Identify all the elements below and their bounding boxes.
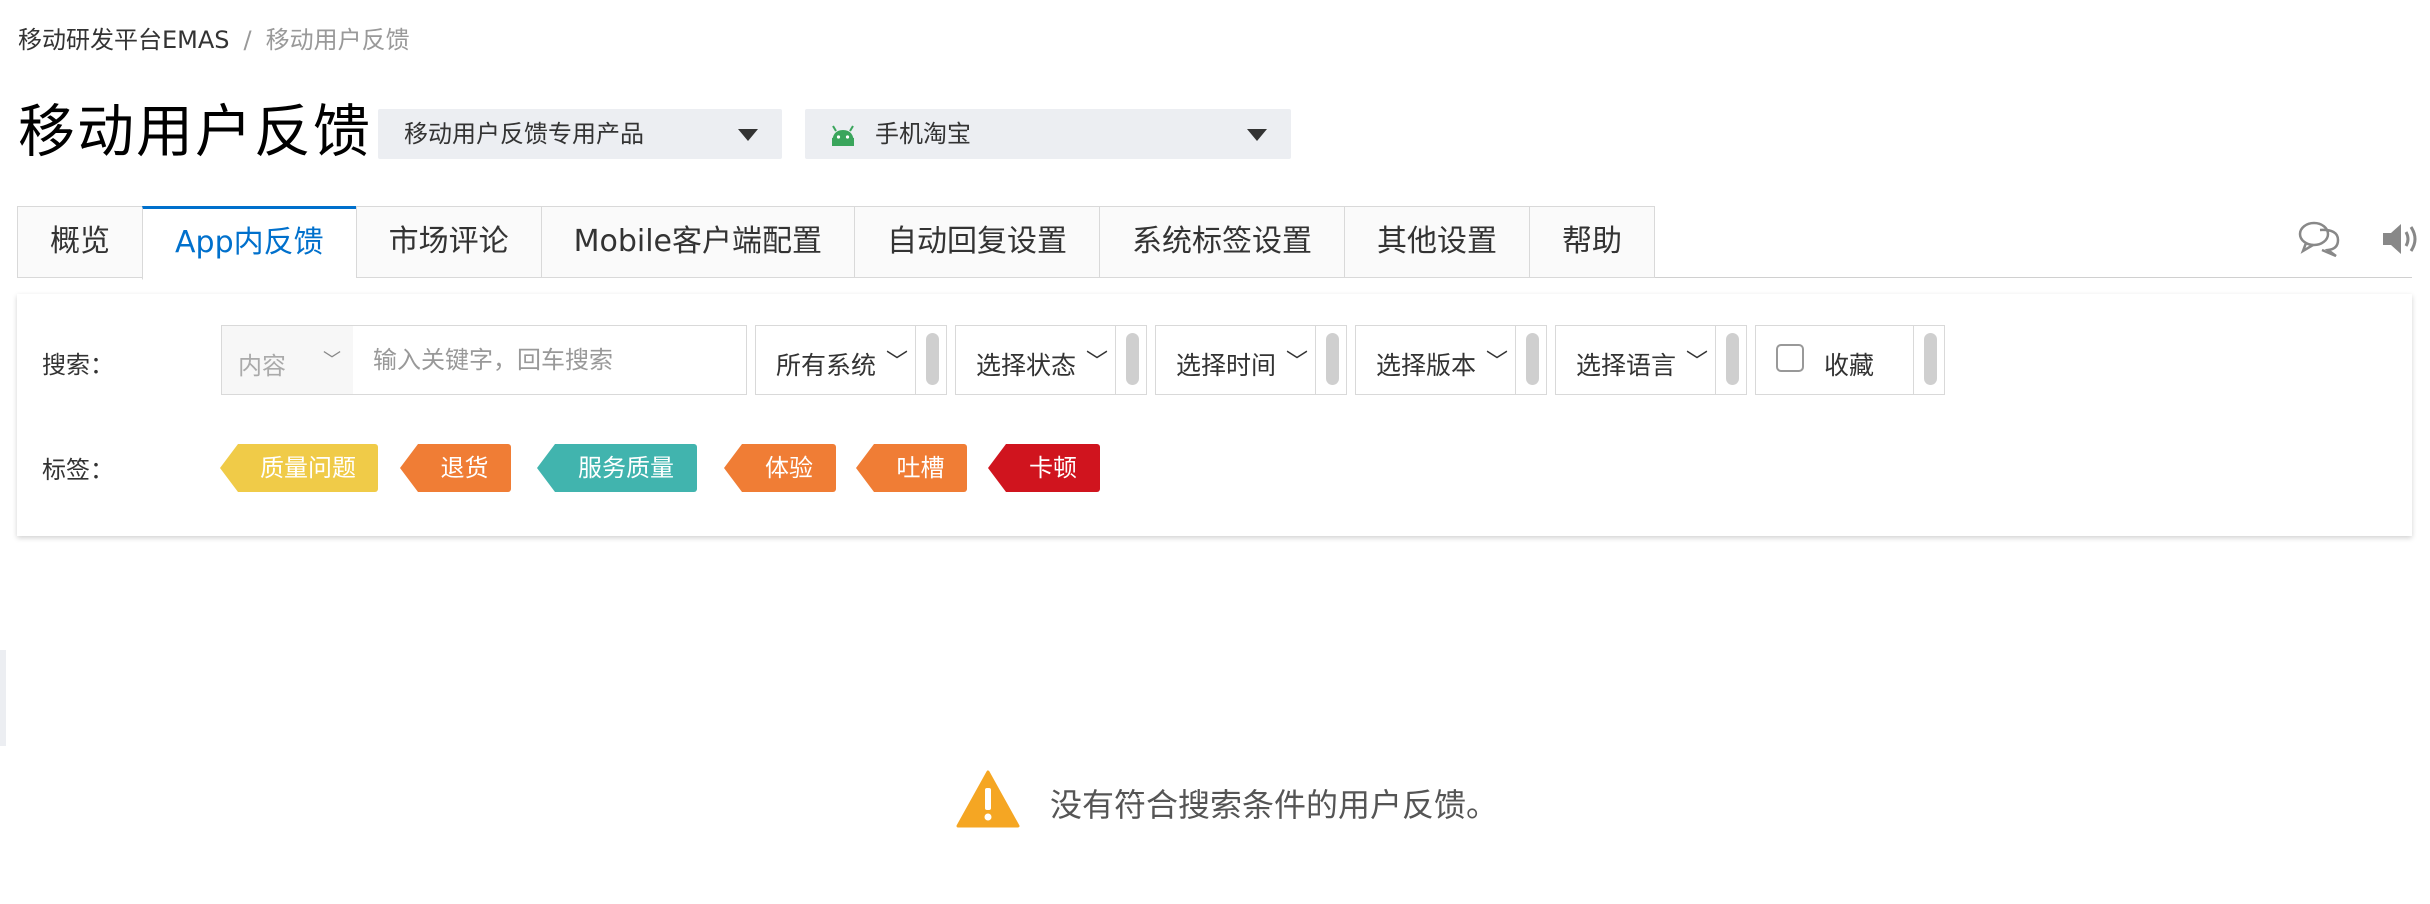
side-handle[interactable] xyxy=(0,650,6,746)
product-select-value: 移动用户反馈专用产品 xyxy=(404,120,644,148)
time-filter[interactable]: 选择时间 ﹀ xyxy=(1155,325,1347,395)
tab-market-reviews[interactable]: 市场评论 xyxy=(355,206,541,278)
app-select[interactable]: 手机淘宝 xyxy=(805,109,1291,159)
system-filter-value: 所有系统 xyxy=(776,351,877,380)
status-filter-value: 选择状态 xyxy=(976,351,1077,380)
favorite-label: 收藏 xyxy=(1824,351,1875,380)
scroll-handle[interactable] xyxy=(1715,325,1746,395)
version-filter-value: 选择版本 xyxy=(1376,351,1477,380)
language-filter-value: 选择语言 xyxy=(1576,351,1677,380)
tab-auto-reply-settings[interactable]: 自动回复设置 xyxy=(854,206,1100,278)
chevron-down-icon: ﹀ xyxy=(1286,350,1309,375)
search-type-select[interactable]: 内容 ﹀ xyxy=(221,325,354,395)
app-select-value: 手机淘宝 xyxy=(875,120,971,148)
tag-experience[interactable]: 体验 xyxy=(724,444,836,492)
tag-lag[interactable]: 卡顿 xyxy=(988,444,1100,492)
page-title: 移动用户反馈 xyxy=(18,99,372,165)
chevron-down-icon: ﹀ xyxy=(1686,350,1709,375)
search-input[interactable] xyxy=(353,326,746,394)
chat-icon[interactable] xyxy=(2298,220,2342,260)
status-filter[interactable]: 选择状态 ﹀ xyxy=(955,325,1147,395)
chevron-down-icon: ﹀ xyxy=(1486,350,1509,375)
breadcrumb: 移动研发平台EMAS / 移动用户反馈 xyxy=(18,20,410,55)
favorite-checkbox[interactable] xyxy=(1776,344,1804,372)
time-filter-value: 选择时间 xyxy=(1176,351,1277,380)
tab-mobile-client-config[interactable]: Mobile客户端配置 xyxy=(540,206,855,278)
chevron-down-icon: ﹀ xyxy=(886,350,909,375)
scroll-handle[interactable] xyxy=(1315,325,1346,395)
scroll-handle[interactable] xyxy=(1515,325,1546,395)
tab-system-tag-settings[interactable]: 系统标签设置 xyxy=(1099,206,1345,278)
scroll-handle[interactable] xyxy=(1115,325,1146,395)
scroll-handle[interactable] xyxy=(1913,325,1944,395)
caret-down-icon xyxy=(1247,129,1267,141)
product-select[interactable]: 移动用户反馈专用产品 xyxy=(378,109,782,159)
tag-return[interactable]: 退货 xyxy=(400,444,511,492)
language-filter[interactable]: 选择语言 ﹀ xyxy=(1555,325,1747,395)
tab-overview[interactable]: 概览 xyxy=(17,206,142,278)
tab-bar: 概览 App内反馈 市场评论 Mobile客户端配置 自动回复设置 系统标签设置… xyxy=(17,206,1656,280)
search-label: 搜索： xyxy=(42,351,114,379)
breadcrumb-separator: / xyxy=(243,26,252,54)
search-type-value: 内容 xyxy=(238,352,286,380)
tag-complaint[interactable]: 吐槽 xyxy=(856,444,967,492)
tags-label: 标签： xyxy=(42,456,114,484)
tab-in-app-feedback[interactable]: App内反馈 xyxy=(142,206,356,280)
scroll-handle[interactable] xyxy=(915,325,946,395)
empty-state-message: 没有符合搜索条件的用户反馈。 xyxy=(1050,786,1499,824)
caret-down-icon xyxy=(738,129,758,141)
breadcrumb-current: 移动用户反馈 xyxy=(265,26,410,54)
tag-service-quality[interactable]: 服务质量 xyxy=(537,444,697,492)
favorite-filter[interactable]: 收藏 xyxy=(1755,325,1945,395)
tab-other-settings[interactable]: 其他设置 xyxy=(1344,206,1530,278)
speaker-icon[interactable] xyxy=(2379,219,2421,259)
search-box xyxy=(353,325,747,395)
warning-icon xyxy=(956,770,1020,828)
android-icon xyxy=(832,125,854,146)
chevron-down-icon: ﹀ xyxy=(323,350,341,371)
breadcrumb-root[interactable]: 移动研发平台EMAS xyxy=(18,26,230,54)
chevron-down-icon: ﹀ xyxy=(1086,350,1109,375)
tag-quality-issue[interactable]: 质量问题 xyxy=(220,444,378,492)
version-filter[interactable]: 选择版本 ﹀ xyxy=(1355,325,1547,395)
system-filter[interactable]: 所有系统 ﹀ xyxy=(755,325,947,395)
tab-help[interactable]: 帮助 xyxy=(1529,206,1656,278)
